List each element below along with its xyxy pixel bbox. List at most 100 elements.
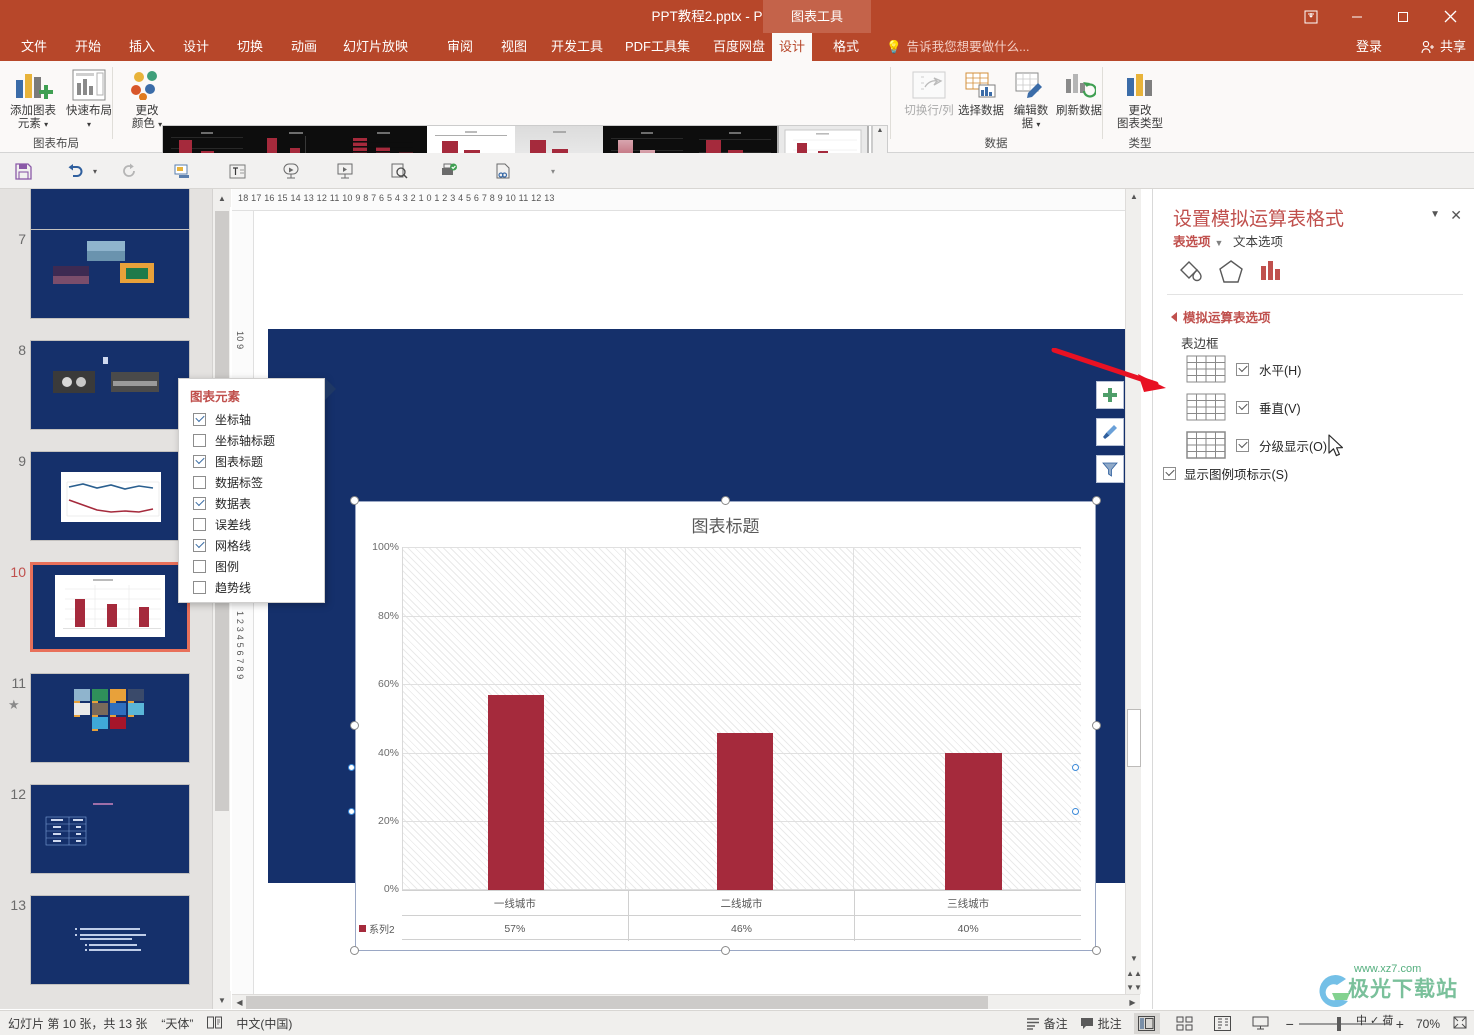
chart-element-chart-title[interactable]: 图表标题 bbox=[193, 451, 318, 472]
data-table-handle-nw[interactable] bbox=[348, 764, 355, 771]
save-icon[interactable] bbox=[10, 159, 36, 183]
slide-thumbnail-selected[interactable] bbox=[30, 562, 190, 652]
refresh-data-button[interactable]: 刷新数据 bbox=[1048, 65, 1110, 118]
redo-icon[interactable] bbox=[116, 159, 142, 183]
comments-button[interactable]: 批注 bbox=[1080, 1015, 1122, 1032]
checkbox-chart-title[interactable] bbox=[193, 455, 206, 468]
gallery-scroll-up-icon[interactable]: ▲ bbox=[877, 127, 884, 134]
option-row-vertical[interactable]: 垂直(V) bbox=[1186, 389, 1456, 425]
text-box-icon[interactable] bbox=[224, 159, 250, 183]
chart-element-gridlines[interactable]: 网格线 bbox=[193, 535, 318, 556]
chart-bars-icon[interactable] bbox=[1251, 251, 1291, 291]
tab-file[interactable]: 文件 bbox=[14, 33, 54, 61]
resize-handle-e[interactable] bbox=[1092, 721, 1101, 730]
tab-chart-design[interactable]: 设计 bbox=[772, 33, 813, 61]
tab-home[interactable]: 开始 bbox=[68, 33, 108, 61]
share-button[interactable]: 共享 bbox=[1421, 33, 1466, 61]
chart-data-table[interactable]: 系列2 一线城市 二线城市 三线城市 57% 46% 40% bbox=[359, 890, 1081, 941]
fill-bucket-icon[interactable] bbox=[1171, 251, 1211, 291]
tab-table-options[interactable]: 表选项 ▼ bbox=[1173, 231, 1223, 250]
resize-handle-sw[interactable] bbox=[350, 946, 359, 955]
resize-handle-w[interactable] bbox=[350, 721, 359, 730]
undo-dropdown-icon[interactable]: ▾ bbox=[82, 159, 108, 183]
data-table-handle-sw[interactable] bbox=[348, 808, 355, 815]
chart-filters-funnel-icon[interactable] bbox=[1096, 455, 1124, 483]
zoom-out-button[interactable]: − bbox=[1286, 1016, 1294, 1032]
scroll-up-icon[interactable]: ▲ bbox=[213, 189, 231, 207]
canvas-vertical-scrollbar[interactable]: ▲ ▼ ▲▲ ▼▼ bbox=[1125, 189, 1142, 994]
tab-baidu-netdisk[interactable]: 百度网盘 bbox=[706, 33, 772, 61]
qat-more-icon[interactable]: ▾ bbox=[540, 159, 566, 183]
from-beginning-icon[interactable] bbox=[278, 159, 304, 183]
checkbox-legend[interactable] bbox=[193, 560, 206, 573]
checkbox-show-legend-keys[interactable] bbox=[1163, 467, 1176, 480]
hyperlink-doc-icon[interactable] bbox=[490, 159, 516, 183]
ribbon-display-options-icon[interactable] bbox=[1288, 0, 1334, 33]
checkbox-outline[interactable] bbox=[1236, 438, 1249, 452]
tab-design[interactable]: 设计 bbox=[176, 33, 216, 61]
option-row-outline[interactable]: 分级显示(O) bbox=[1186, 427, 1456, 463]
slide-thumbnail[interactable] bbox=[30, 451, 190, 541]
data-table-handle-ne[interactable] bbox=[1072, 764, 1079, 771]
notes-button[interactable]: 备注 bbox=[1026, 1015, 1068, 1032]
preview-icon[interactable] bbox=[386, 159, 412, 183]
resize-handle-s[interactable] bbox=[721, 946, 730, 955]
chart-element-data-table[interactable]: 数据表 bbox=[193, 493, 318, 514]
fit-to-window-icon[interactable] bbox=[1452, 1015, 1468, 1033]
checkbox-trendline[interactable] bbox=[193, 581, 206, 594]
tab-developer[interactable]: 开发工具 bbox=[544, 33, 610, 61]
add-chart-element-button[interactable]: 添加图表 元素 ▾ bbox=[2, 65, 64, 131]
tab-slideshow[interactable]: 幻灯片放映 bbox=[336, 33, 415, 61]
minimize-icon[interactable] bbox=[1334, 0, 1380, 33]
checkbox-data-labels[interactable] bbox=[193, 476, 206, 489]
resize-handle-se[interactable] bbox=[1092, 946, 1101, 955]
checkbox-axes[interactable] bbox=[193, 413, 206, 426]
chart-plot-area[interactable]: 100% 80% 60% 40% 20% 0% bbox=[372, 541, 1081, 895]
quick-layout-button[interactable]: 快速布局 ▾ bbox=[58, 65, 120, 131]
tab-transitions[interactable]: 切换 bbox=[230, 33, 270, 61]
canvas-scrollbar-thumb[interactable] bbox=[1127, 709, 1141, 767]
resize-handle-ne[interactable] bbox=[1092, 496, 1101, 505]
reading-view-icon[interactable] bbox=[1210, 1013, 1236, 1034]
canvas-scroll-down-icon[interactable]: ▼ bbox=[1127, 951, 1141, 965]
effects-pentagon-icon[interactable] bbox=[1211, 251, 1251, 291]
bar-series2-category2[interactable] bbox=[716, 732, 774, 890]
zoom-level-label[interactable]: 70% bbox=[1416, 1017, 1440, 1031]
tab-view[interactable]: 视图 bbox=[494, 33, 534, 61]
slide-sorter-icon[interactable] bbox=[1172, 1013, 1198, 1034]
canvas-horizontal-scrollbar[interactable]: ◀ ▶ bbox=[232, 994, 1140, 1009]
zoom-in-button[interactable]: + bbox=[1396, 1016, 1404, 1032]
chart-element-legend[interactable]: 图例 bbox=[193, 556, 318, 577]
chart-element-axes[interactable]: 坐标轴 bbox=[193, 409, 318, 430]
slide-thumbnail[interactable] bbox=[30, 340, 190, 430]
tab-text-options[interactable]: 文本选项 bbox=[1233, 231, 1283, 250]
change-colors-button[interactable]: 更改 颜色 ▾ bbox=[116, 65, 178, 131]
tab-chart-format[interactable]: 格式 bbox=[826, 33, 866, 61]
chart-styles-brush-icon[interactable] bbox=[1096, 418, 1124, 446]
close-icon[interactable]: ✕ bbox=[1450, 207, 1462, 224]
next-slide-button[interactable]: ▼▼ bbox=[1126, 980, 1142, 994]
tab-animations[interactable]: 动画 bbox=[284, 33, 324, 61]
chart-elements-flyout[interactable]: 图表元素 坐标轴 坐标轴标题 图表标题 数据标签 数据表 误差线 网格线 图例 bbox=[178, 378, 325, 603]
resize-handle-n[interactable] bbox=[721, 496, 730, 505]
checkbox-gridlines[interactable] bbox=[193, 539, 206, 552]
print-check-icon[interactable] bbox=[436, 159, 462, 183]
slide-thumbnail[interactable] bbox=[30, 229, 190, 319]
maximize-icon[interactable] bbox=[1380, 0, 1426, 33]
tab-pdf-tools[interactable]: PDF工具集 bbox=[618, 33, 697, 61]
slideshow-icon[interactable] bbox=[1248, 1013, 1274, 1034]
chart-element-trendline[interactable]: 趋势线 bbox=[193, 577, 318, 598]
chart-element-data-labels[interactable]: 数据标签 bbox=[193, 472, 318, 493]
tell-me-box[interactable]: 💡 告诉我您想要做什么... bbox=[886, 33, 1030, 61]
chevron-down-icon[interactable]: ▼ bbox=[1430, 209, 1440, 220]
slide-canvas-area[interactable]: 图表标题 100% 80% 60% 40% 20% 0% 系列2 一线城市 二线… bbox=[254, 211, 1140, 1009]
tab-insert[interactable]: 插入 bbox=[122, 33, 162, 61]
language-label[interactable]: 中文(中国) bbox=[236, 1015, 292, 1032]
zoom-knob[interactable] bbox=[1336, 1016, 1341, 1031]
canvas-scroll-up-icon[interactable]: ▲ bbox=[1127, 189, 1141, 203]
slide-thumbnail[interactable] bbox=[30, 673, 190, 763]
data-table-handle-se[interactable] bbox=[1072, 808, 1079, 815]
from-current-slide-icon[interactable] bbox=[332, 159, 358, 183]
canvas-scroll-right-icon[interactable]: ▶ bbox=[1126, 996, 1139, 1009]
checkbox-axis-titles[interactable] bbox=[193, 434, 206, 447]
